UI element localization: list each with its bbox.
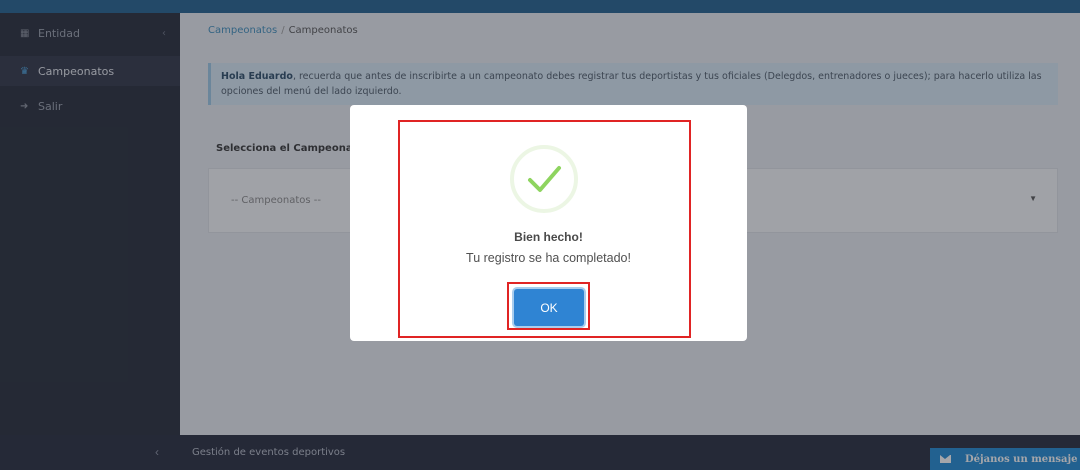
ok-button[interactable]: OK	[514, 289, 584, 326]
success-check-icon	[510, 145, 578, 213]
modal-title: Bien hecho!	[514, 230, 583, 244]
modal-message: Tu registro se ha completado!	[466, 251, 631, 265]
